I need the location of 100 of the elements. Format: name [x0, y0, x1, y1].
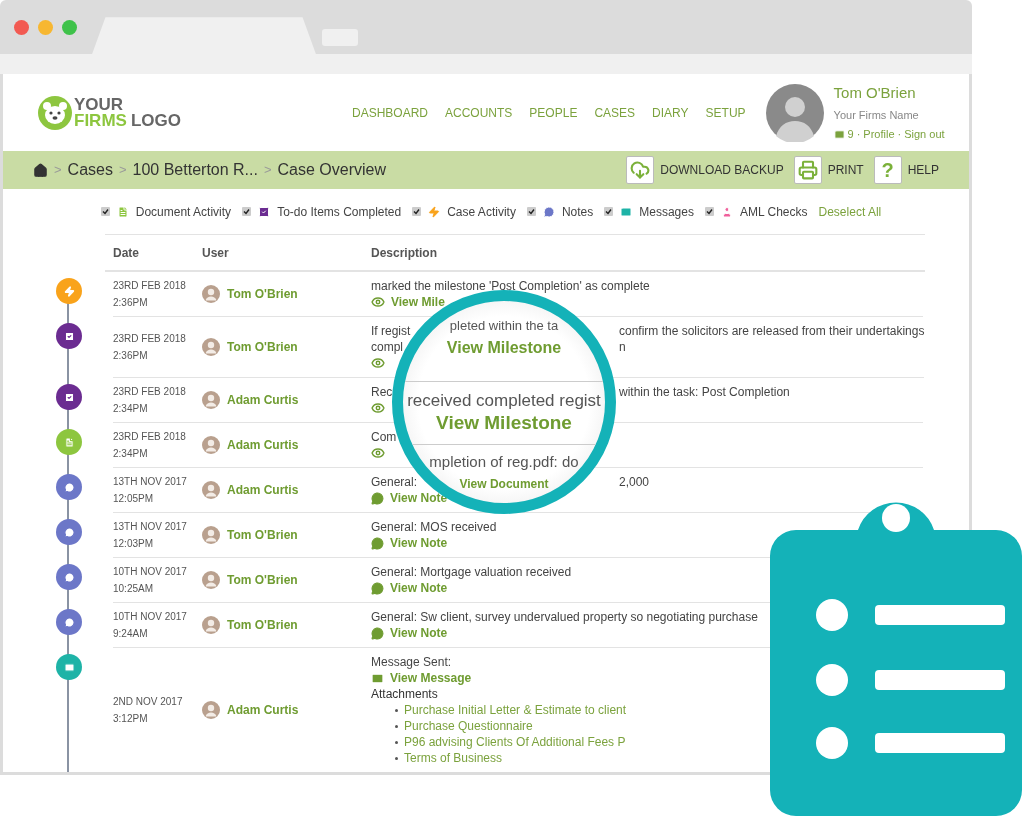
filter-label: Notes: [561, 203, 594, 221]
filter-label: Document Activity: [135, 203, 232, 221]
description-text: General: Mortgage valuation received: [371, 564, 572, 580]
time-text: 12:03PM: [113, 537, 155, 551]
avatar: [202, 285, 220, 303]
profile-name: Tom O'Brien: [833, 83, 917, 104]
checkbox-icon: [63, 391, 75, 403]
profile-link[interactable]: Sign out: [904, 126, 945, 143]
description-text: n: [619, 339, 626, 355]
time-text: 9:24AM: [113, 627, 149, 641]
attachment-link[interactable]: Terms of Business: [404, 750, 503, 766]
breadcrumb-separator: >: [54, 161, 62, 180]
avatar: [202, 436, 220, 454]
checkbox[interactable]: [604, 207, 614, 216]
view-link[interactable]: View Mile: [391, 294, 445, 310]
breadcrumb-separator: >: [263, 161, 272, 180]
avatar: [202, 526, 220, 544]
user-link[interactable]: Tom O'Brien: [227, 285, 298, 303]
user-link[interactable]: Tom O'Brien: [227, 526, 298, 544]
description-text: General:: [371, 475, 418, 489]
checkbox[interactable]: [704, 207, 714, 216]
cloud-download-icon: [630, 160, 651, 180]
description-text: General: Sw client, survey undervalued property so negotiating purchase: [371, 609, 758, 625]
breadcrumb-link[interactable]: 100 Betterton R...: [132, 158, 258, 182]
description-text: confirm the solicitors are released from their undertakings: [619, 323, 925, 339]
column-header: Date: [112, 244, 140, 262]
speech-bubble-icon: [371, 626, 384, 640]
bullet-icon: [395, 740, 398, 744]
view-link[interactable]: View Note: [390, 535, 448, 551]
view-link[interactable]: View Milestone: [436, 412, 572, 434]
description-text: compl: [371, 340, 403, 354]
user-link[interactable]: Adam Curtis: [227, 436, 299, 454]
date-text: 13TH NOV 2017: [113, 475, 188, 489]
speech-bubble-icon: [63, 526, 75, 538]
view-link[interactable]: View Message: [390, 670, 472, 686]
column-header: User: [202, 244, 230, 262]
view-link[interactable]: View Note: [390, 580, 448, 596]
date-text: 13TH NOV 2017: [113, 520, 188, 534]
attachment-link[interactable]: P96 advising Clients Of Additional Fees P: [404, 734, 626, 750]
user-link[interactable]: Adam Curtis: [227, 391, 299, 409]
user-link[interactable]: Tom O'Brien: [227, 338, 298, 356]
time-text: 2:34PM: [113, 402, 149, 416]
avatar: [202, 701, 220, 719]
nav-link[interactable]: DASHBOARD: [352, 103, 428, 122]
checkbox[interactable]: [242, 207, 252, 216]
checkbox-icon: [63, 330, 75, 342]
profile-link[interactable]: Profile: [863, 126, 895, 143]
document-icon: [63, 436, 75, 448]
separator: ·: [897, 127, 902, 143]
nav-link[interactable]: ACCOUNTS: [445, 103, 513, 122]
logo-text: LOGO: [130, 112, 181, 129]
magnified-text: mpletion of reg.pdf: do: [403, 444, 605, 473]
speech-bubble-icon: [371, 491, 384, 505]
speech-bubble-icon: [371, 536, 384, 550]
checkbox[interactable]: [412, 207, 422, 216]
view-link[interactable]: View Document: [459, 473, 549, 495]
time-text: 2:36PM: [113, 296, 149, 310]
user-link[interactable]: Adam Curtis: [227, 701, 299, 719]
user-link[interactable]: Tom O'Brien: [227, 571, 298, 589]
attachment-link[interactable]: Purchase Questionnaire: [404, 718, 533, 734]
avatar: [202, 338, 220, 356]
date-text: 23RD FEB 2018: [113, 332, 187, 346]
user-link[interactable]: Adam Curtis: [227, 481, 299, 499]
avatar: [202, 616, 220, 634]
description-text: marked the milestone 'Post Completion' as complete: [371, 278, 650, 294]
nav-link[interactable]: SETUP: [705, 103, 746, 122]
speech-bubble-icon: [63, 481, 75, 493]
date-text: 23RD FEB 2018: [113, 430, 187, 444]
message-count: 9: [847, 127, 854, 143]
date-text: 10TH NOV 2017: [113, 565, 188, 579]
logo-text: FIRMS: [74, 112, 127, 129]
view-link[interactable]: View Milestone: [446, 337, 562, 359]
document-icon: [116, 205, 129, 218]
bullet-icon: [395, 708, 398, 712]
breadcrumb-link[interactable]: Cases: [67, 158, 113, 182]
lightning-icon: [63, 285, 75, 297]
description-text: Com: [371, 429, 397, 445]
time-text: 2:36PM: [113, 349, 149, 363]
toolbar-button[interactable]: ? HELP: [873, 156, 939, 184]
nav-link[interactable]: CASES: [594, 103, 636, 122]
user-link[interactable]: Tom O'Brien: [227, 616, 298, 634]
toolbar-button[interactable]: PRINT: [793, 156, 864, 184]
checkbox[interactable]: [100, 207, 110, 216]
attachment-link[interactable]: Purchase Initial Letter & Estimate to client: [404, 702, 627, 718]
home-icon[interactable]: [33, 162, 48, 178]
description-text: 2,000: [619, 474, 650, 490]
firm-name: Your Firms Name: [833, 107, 920, 123]
view-link[interactable]: View Note: [390, 625, 448, 641]
attachments-heading: Attachments: [371, 686, 439, 702]
filter-label: To-do Items Completed: [277, 203, 402, 221]
checkbox-icon: [258, 205, 271, 218]
deselect-all-link[interactable]: Deselect All: [818, 202, 882, 221]
breadcrumb-link[interactable]: Case Overview: [277, 158, 387, 182]
magnified-text: received completed regist: [403, 381, 605, 412]
nav-link[interactable]: DIARY: [652, 103, 689, 122]
view-link[interactable]: View Note: [390, 490, 448, 506]
toolbar-button[interactable]: DOWNLOAD BACKUP: [626, 156, 784, 184]
checkbox[interactable]: [526, 207, 536, 216]
nav-link[interactable]: PEOPLE: [529, 103, 578, 122]
speech-bubble-icon: [63, 571, 75, 583]
